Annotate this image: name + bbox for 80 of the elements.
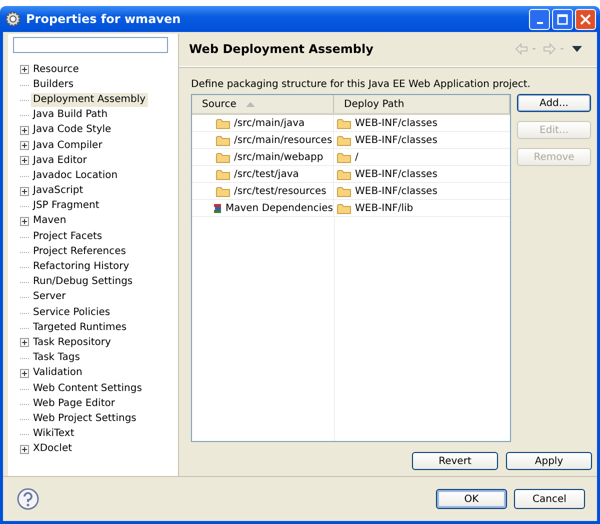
tree-item[interactable]: Resource — [31, 62, 81, 77]
expand-icon[interactable] — [20, 156, 29, 166]
expand-icon[interactable] — [20, 444, 29, 454]
tree-item[interactable]: Service Policies — [31, 306, 112, 320]
table-cell: /src/test/java — [234, 168, 299, 180]
folder-icon — [337, 118, 351, 128]
expand-icon[interactable] — [20, 368, 29, 378]
table-cell: /src/main/java — [234, 118, 305, 128]
library-icon — [214, 202, 222, 214]
help-icon[interactable] — [17, 488, 39, 510]
filter-field[interactable] — [13, 37, 168, 53]
page-title: Web Deployment Assembly — [189, 42, 374, 56]
tree-item[interactable]: Javadoc Location — [31, 168, 120, 183]
tree-item[interactable]: JSP Fragment — [31, 199, 102, 214]
table-cell: /src/main/resources — [234, 134, 332, 146]
folder-icon — [216, 134, 230, 146]
table-cell: WEB-INF/lib — [355, 202, 414, 214]
window-title: Properties for wmaven — [26, 12, 182, 26]
page-button[interactable]: Revert — [412, 452, 498, 470]
tree-item[interactable]: Maven — [31, 214, 68, 228]
folder-icon — [216, 152, 230, 162]
folder-icon — [216, 118, 230, 128]
tree-item[interactable]: XDoclet — [31, 442, 74, 456]
expand-icon[interactable] — [20, 65, 29, 74]
tree-item[interactable]: Web Content Settings — [31, 382, 144, 396]
tree-item[interactable]: Web Project Settings — [31, 412, 138, 426]
page-description: Define packaging structure for this Java EE Web Application project. — [191, 79, 532, 90]
tree-item[interactable]: Java Build Path — [31, 108, 110, 122]
table-cell: Maven Dependencies — [225, 202, 333, 214]
tree-item[interactable]: Validation — [31, 366, 84, 380]
dialog-button[interactable]: OK — [436, 489, 507, 509]
tree-item[interactable]: Project Facets — [31, 230, 104, 244]
tree-item[interactable]: Task Repository — [31, 336, 113, 350]
tree-item[interactable]: WikiText — [31, 427, 76, 442]
table-cell: WEB-INF/classes — [355, 118, 438, 128]
tree-item[interactable]: Web Page Editor — [31, 396, 117, 411]
expand-icon[interactable] — [20, 338, 29, 348]
gear-icon — [5, 11, 21, 27]
tree-item[interactable]: Builders — [31, 78, 76, 92]
folder-icon — [216, 168, 230, 180]
dialog-button[interactable]: Cancel — [514, 489, 585, 509]
minimize-icon — [536, 22, 542, 24]
folder-icon — [337, 202, 351, 214]
table-cell: / — [355, 152, 358, 162]
tree-item[interactable]: Refactoring History — [31, 260, 132, 274]
expand-icon[interactable] — [20, 186, 29, 196]
expand-icon[interactable] — [20, 216, 29, 226]
close-icon — [580, 14, 591, 24]
menu-caret-icon[interactable] — [571, 45, 583, 53]
minimize-button[interactable] — [529, 8, 550, 30]
folder-icon — [337, 168, 351, 180]
folder-icon — [337, 152, 351, 162]
expand-icon[interactable] — [20, 126, 29, 135]
folder-icon — [216, 186, 230, 196]
column-header[interactable]: Deploy Path — [334, 95, 510, 113]
table-cell: WEB-INF/classes — [355, 134, 438, 146]
tree-item[interactable]: Java Compiler — [31, 138, 104, 153]
tree-item[interactable]: JavaScript — [31, 184, 86, 198]
expand-icon[interactable] — [20, 141, 29, 150]
folder-icon — [337, 134, 351, 146]
table-cell: WEB-INF/classes — [355, 168, 438, 180]
tree-item[interactable]: Server — [31, 290, 68, 304]
sort-ascending-icon — [246, 101, 256, 107]
tree-item[interactable]: Deployment Assembly — [31, 92, 148, 107]
close-button[interactable] — [575, 8, 596, 30]
tree-item[interactable]: Project References — [31, 244, 128, 259]
table-cell: /src/test/resources — [234, 186, 326, 196]
page-button[interactable]: Apply — [506, 452, 592, 470]
tree-item[interactable]: Run/Debug Settings — [31, 275, 135, 290]
maximize-icon — [557, 14, 568, 24]
table-cell: /src/main/webapp — [234, 152, 324, 162]
maximize-button[interactable] — [552, 8, 573, 30]
tree-item[interactable]: Task Tags — [31, 351, 82, 366]
table-cell: WEB-INF/classes — [355, 186, 438, 196]
side-button[interactable]: Add... — [517, 94, 591, 112]
folder-icon — [337, 186, 351, 196]
tree-item[interactable]: Java Editor — [31, 154, 89, 168]
tree-item[interactable]: Targeted Runtimes — [31, 320, 129, 335]
tree-item[interactable]: Java Code Style — [31, 123, 114, 138]
column-header[interactable]: Source — [192, 95, 334, 113]
